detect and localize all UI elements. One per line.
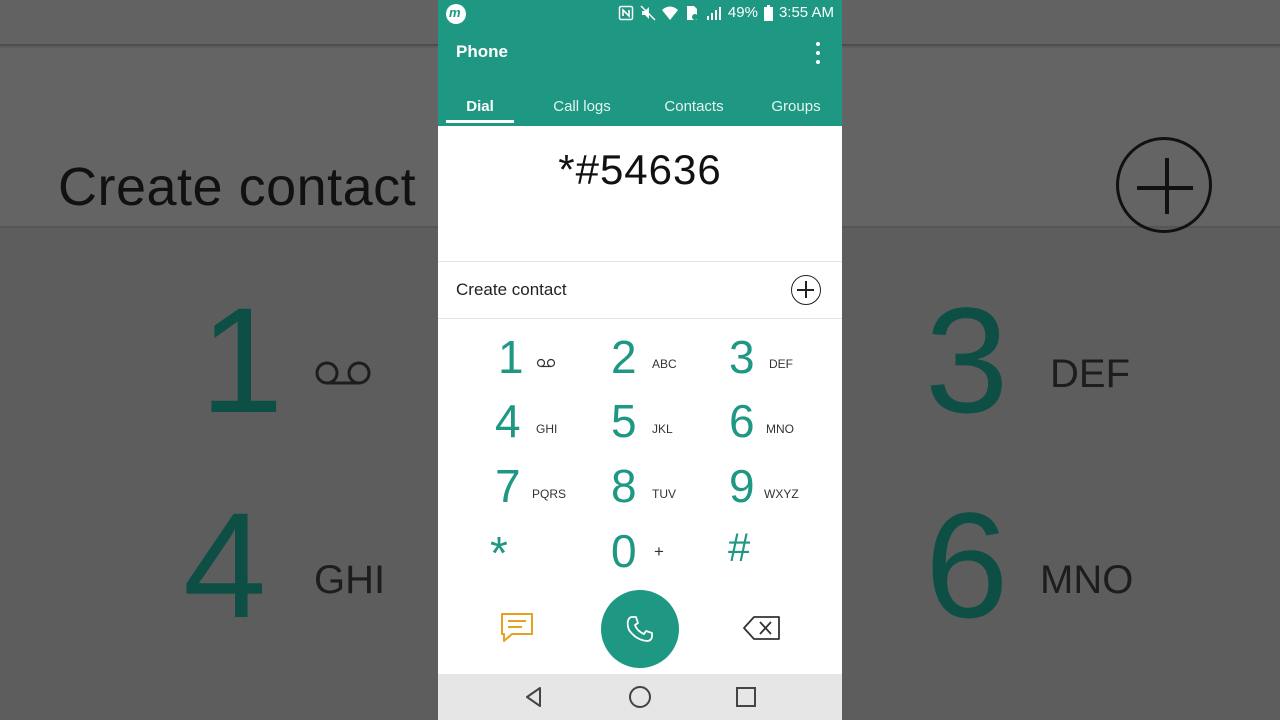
tab-call-logs[interactable]: Call logs: [526, 86, 638, 126]
key-5[interactable]: 5 JKL: [608, 398, 724, 458]
key-digit: 8: [611, 460, 637, 512]
bg-digit-1: 1: [200, 276, 284, 444]
app-title: Phone: [456, 42, 508, 61]
voicemail-icon: [536, 358, 556, 368]
key-2[interactable]: 2 ABC: [608, 334, 724, 394]
phone-screen: m 49% 3:55 AM Phone Dial Call logs Conta…: [438, 0, 842, 720]
key-1[interactable]: 1: [490, 334, 606, 394]
key-letters: ABC: [652, 357, 677, 371]
key-digit: 2: [611, 331, 637, 383]
key-letters: PQRS: [532, 487, 567, 501]
app-bar: Phone Dial Call logs Contacts Groups: [438, 28, 842, 126]
key-6[interactable]: 6 MNO: [726, 398, 842, 458]
bg-letters-4: GHI: [314, 558, 386, 602]
phone-call-icon: [626, 616, 653, 642]
bg-add-icon: [1116, 137, 1212, 233]
key-letters: JKL: [652, 422, 673, 436]
battery-icon: [763, 4, 773, 21]
status-bar: m 49% 3:55 AM: [438, 0, 842, 28]
wifi-icon: [661, 6, 678, 20]
key-hash[interactable]: #: [726, 528, 842, 588]
key-digit: 4: [495, 395, 521, 447]
add-contact-icon[interactable]: [791, 275, 821, 305]
key-digit: 9: [729, 460, 755, 512]
back-icon[interactable]: [523, 686, 545, 708]
clock: 3:55 AM: [778, 4, 834, 21]
tab-groups[interactable]: Groups: [750, 86, 842, 126]
key-digit: 7: [495, 460, 521, 512]
nfc-icon: [618, 5, 634, 20]
bg-digit-6: 6: [925, 481, 1009, 649]
mute-icon: [640, 4, 656, 21]
call-button[interactable]: [601, 590, 679, 668]
create-contact-label: Create contact: [456, 280, 567, 299]
bg-voicemail-icon: [315, 361, 371, 385]
key-digit: 3: [729, 331, 755, 383]
tab-dial[interactable]: Dial: [442, 86, 518, 126]
key-digit: #: [728, 526, 751, 570]
key-star[interactable]: *: [490, 528, 606, 588]
key-letters: DEF: [769, 357, 793, 371]
backspace-icon[interactable]: [742, 614, 782, 642]
bg-create-label: Create contact: [58, 157, 417, 217]
key-letters: GHI: [536, 422, 558, 436]
key-7[interactable]: 7 PQRS: [490, 463, 606, 523]
key-digit: 0: [611, 525, 637, 577]
overflow-menu-icon[interactable]: [810, 40, 826, 66]
divider: [438, 318, 842, 319]
home-icon[interactable]: [629, 686, 651, 708]
status-icons: 49% 3:55 AM: [618, 4, 834, 21]
bg-digit-4: 4: [183, 481, 267, 649]
key-digit: 6: [729, 395, 755, 447]
key-digit: 5: [611, 395, 637, 447]
signal-icon: [706, 6, 721, 20]
bg-letters-6: MNO: [1040, 558, 1134, 602]
create-contact-row[interactable]: Create contact: [438, 262, 842, 318]
tab-contacts[interactable]: Contacts: [638, 86, 750, 126]
key-digit: 1: [498, 331, 524, 383]
key-9[interactable]: 9 WXYZ: [726, 463, 842, 523]
key-3[interactable]: 3 DEF: [726, 334, 842, 394]
key-digit: *: [490, 527, 508, 579]
key-8[interactable]: 8 TUV: [608, 463, 724, 523]
sim-icon: [686, 5, 698, 20]
dialed-number[interactable]: *#54636: [438, 146, 842, 194]
key-letters: TUV: [652, 487, 676, 501]
recent-apps-icon[interactable]: [736, 687, 756, 707]
message-icon[interactable]: [500, 612, 534, 644]
key-letters: WXYZ: [764, 487, 799, 501]
key-4[interactable]: 4 GHI: [490, 398, 606, 458]
key-letters: MNO: [766, 422, 794, 436]
key-letters: +: [654, 542, 664, 561]
key-0[interactable]: 0 +: [608, 528, 724, 588]
battery-percent: 49%: [727, 4, 758, 21]
tab-bar: Dial Call logs Contacts Groups: [438, 86, 842, 126]
navigation-bar: [438, 674, 842, 720]
bg-letters-3: DEF: [1050, 352, 1130, 396]
app-notification-icon: m: [446, 4, 466, 24]
bg-digit-3: 3: [925, 276, 1009, 444]
